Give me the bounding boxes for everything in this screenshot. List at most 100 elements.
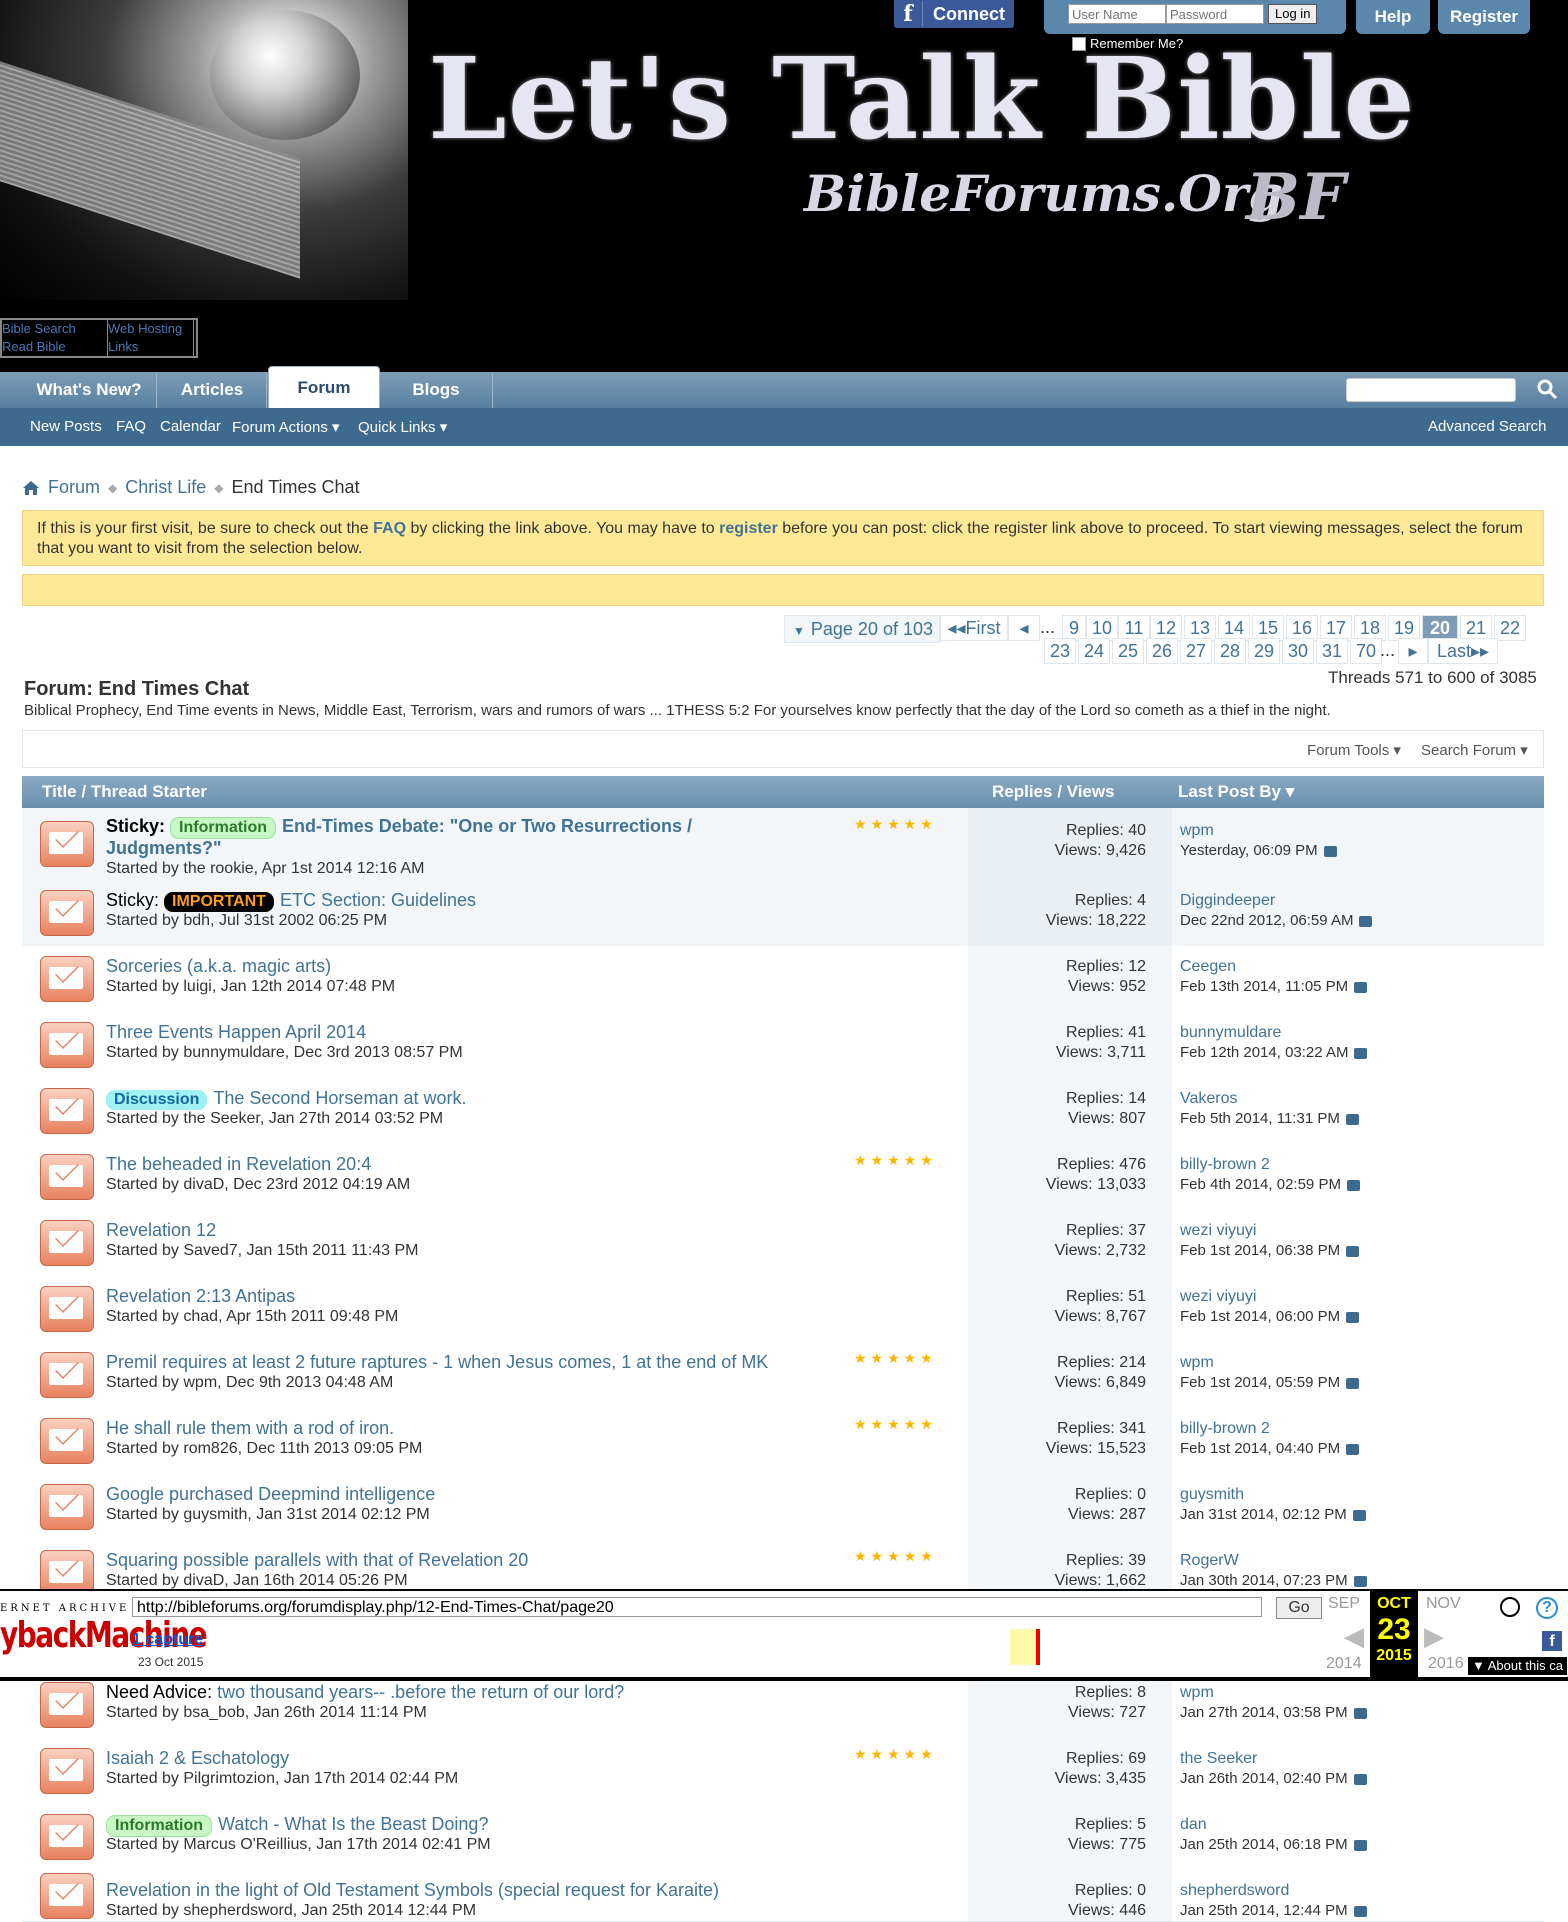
page-link-29[interactable]: 29 [1248, 638, 1280, 664]
new-posts-link[interactable]: New Posts [30, 418, 102, 435]
last-post-user[interactable]: billy-brown 2 [1180, 1420, 1270, 1438]
col-title[interactable]: Title / Thread Starter [42, 782, 207, 802]
last-post-user[interactable]: wpm [1180, 1684, 1214, 1702]
go-to-last-post-icon[interactable] [1346, 1245, 1360, 1257]
thread-title-link[interactable]: Three Events Happen April 2014 [106, 1022, 366, 1042]
calendar-link[interactable]: Calendar [160, 418, 221, 435]
page-link-22[interactable]: 22 [1494, 615, 1526, 641]
page-link-25[interactable]: 25 [1112, 638, 1144, 664]
wayback-about-button[interactable]: ▼ About this ca [1468, 1657, 1567, 1675]
last-post-user[interactable]: billy-brown 2 [1180, 1156, 1270, 1174]
go-to-last-post-icon[interactable] [1353, 1773, 1367, 1785]
wayback-help-icon[interactable]: ? [1536, 1597, 1558, 1619]
last-post-user[interactable]: Vakeros [1180, 1090, 1238, 1108]
thread-title-link[interactable]: Sorceries (a.k.a. magic arts) [106, 956, 331, 976]
wayback-next-year[interactable]: 2016 [1428, 1655, 1464, 1673]
thread-starter[interactable]: Started by Pilgrimtozion, Jan 17th 2014 … [106, 1770, 458, 1788]
wayback-prev-month[interactable]: SEP [1328, 1595, 1360, 1613]
go-to-last-post-icon[interactable] [1359, 915, 1373, 927]
thread-title-link[interactable]: Watch - What Is the Beast Doing? [218, 1814, 488, 1834]
thread-starter[interactable]: Started by bdh, Jul 31st 2002 06:25 PM [106, 912, 387, 930]
page-link-23[interactable]: 23 [1044, 638, 1076, 664]
first-page-link[interactable]: ◂◂First [940, 615, 1008, 641]
prev-page-link[interactable]: ◂ [1008, 615, 1040, 641]
col-replies[interactable]: Replies [992, 782, 1052, 801]
thread-title-link[interactable]: The Second Horseman at work. [213, 1088, 466, 1108]
wayback-next-month[interactable]: NOV [1426, 1595, 1461, 1613]
advanced-search-link[interactable]: Advanced Search [1428, 418, 1546, 435]
thread-starter[interactable]: Started by Marcus O'Reillius, Jan 17th 2… [106, 1836, 491, 1854]
faq-notice-link[interactable]: FAQ [373, 520, 406, 537]
thread-title-link[interactable]: Google purchased Deepmind intelligence [106, 1484, 435, 1504]
wayback-prev-year[interactable]: 2014 [1326, 1655, 1362, 1673]
last-post-user[interactable]: wpm [1180, 1354, 1214, 1372]
wayback-sparkline[interactable] [356, 1629, 1314, 1673]
last-post-user[interactable]: wezi viyuyi [1180, 1222, 1256, 1240]
last-post-user[interactable]: wpm [1180, 822, 1214, 840]
col-views[interactable]: Views [1067, 782, 1115, 801]
thread-title-link[interactable]: End-Times Debate: "One or Two Resurrecti… [282, 816, 692, 836]
home-icon[interactable] [22, 480, 40, 496]
thread-title-continued[interactable]: Judgments?" [106, 838, 222, 859]
page-link-24[interactable]: 24 [1078, 638, 1110, 664]
go-to-last-post-icon[interactable] [1346, 1311, 1360, 1323]
search-input[interactable] [1346, 378, 1516, 402]
page-link-70[interactable]: 70 [1350, 638, 1382, 664]
thread-title-link[interactable]: Revelation 12 [106, 1220, 216, 1240]
thread-starter[interactable]: Started by divaD, Jan 16th 2014 05:26 PM [106, 1572, 408, 1590]
go-to-last-post-icon[interactable] [1323, 845, 1337, 857]
read-bible-link[interactable]: Read Bible [2, 338, 108, 356]
forum-actions-menu[interactable]: Forum Actions ▾ [232, 418, 340, 436]
last-post-user[interactable]: wezi viyuyi [1180, 1288, 1256, 1306]
username-input[interactable] [1068, 4, 1166, 24]
page-link-30[interactable]: 30 [1282, 638, 1314, 664]
facebook-connect-button[interactable]: f Connect [894, 0, 1014, 28]
remember-me-checkbox[interactable] [1072, 36, 1086, 51]
thread-starter[interactable]: Started by chad, Apr 15th 2011 09:48 PM [106, 1308, 398, 1326]
go-to-last-post-icon[interactable] [1346, 1377, 1360, 1389]
thread-title-link[interactable]: Revelation in the light of Old Testament… [106, 1880, 719, 1900]
wayback-url-input[interactable]: http://bibleforums.org/forumdisplay.php/… [132, 1597, 1262, 1617]
go-to-last-post-icon[interactable] [1345, 1113, 1359, 1125]
wayback-go-button[interactable]: Go [1276, 1597, 1322, 1619]
help-button[interactable]: Help [1356, 0, 1430, 34]
forum-tools-menu[interactable]: Forum Tools ▾ [1307, 741, 1401, 759]
thread-title-link[interactable]: Squaring possible parallels with that of… [106, 1550, 528, 1570]
wayback-user-icon[interactable] [1500, 1597, 1520, 1617]
col-last-post[interactable]: Last Post By ▾ [1178, 782, 1294, 802]
breadcrumb-forum[interactable]: Forum [48, 477, 100, 498]
tab-forum[interactable]: Forum [268, 366, 380, 409]
thread-starter[interactable]: Started by shepherdsword, Jan 25th 2014 … [106, 1902, 476, 1920]
thread-starter[interactable]: Started by the rookie, Apr 1st 2014 12:1… [106, 860, 424, 878]
wayback-prev-arrow-icon[interactable]: ◀ [1344, 1621, 1364, 1652]
last-post-user[interactable]: dan [1180, 1816, 1207, 1834]
last-post-user[interactable]: shepherdsword [1180, 1882, 1289, 1900]
go-to-last-post-icon[interactable] [1353, 1575, 1367, 1587]
links-link[interactable]: Links [108, 338, 194, 356]
tab-blogs[interactable]: Blogs [380, 372, 493, 408]
go-to-last-post-icon[interactable] [1346, 1179, 1360, 1191]
tab-whats-new[interactable]: What's New? [22, 372, 157, 408]
last-page-link[interactable]: Last▸▸ [1428, 638, 1498, 664]
page-link-27[interactable]: 27 [1180, 638, 1212, 664]
page-jump-menu[interactable]: ▼ Page 20 of 103 [784, 615, 940, 643]
thread-starter[interactable]: Started by guysmith, Jan 31st 2014 02:12… [106, 1506, 430, 1524]
last-post-user[interactable]: the Seeker [1180, 1750, 1257, 1768]
password-input[interactable] [1166, 4, 1264, 24]
quick-links-menu[interactable]: Quick Links ▾ [358, 418, 447, 436]
page-link-31[interactable]: 31 [1316, 638, 1348, 664]
register-button[interactable]: Register [1438, 0, 1530, 34]
faq-link[interactable]: FAQ [116, 418, 146, 435]
page-link-28[interactable]: 28 [1214, 638, 1246, 664]
thread-title-link[interactable]: Revelation 2:13 Antipas [106, 1286, 295, 1306]
thread-starter[interactable]: Started by bsa_bob, Jan 26th 2014 11:14 … [106, 1704, 427, 1722]
last-post-user[interactable]: Ceegen [1180, 958, 1236, 976]
thread-starter[interactable]: Started by rom826, Dec 11th 2013 09:05 P… [106, 1440, 422, 1458]
search-forum-menu[interactable]: Search Forum ▾ [1421, 741, 1528, 759]
go-to-last-post-icon[interactable] [1354, 1047, 1368, 1059]
login-button[interactable]: Log in [1268, 4, 1318, 24]
thread-title-link[interactable]: The beheaded in Revelation 20:4 [106, 1154, 371, 1174]
go-to-last-post-icon[interactable] [1354, 981, 1368, 993]
thread-starter[interactable]: Started by bunnymuldare, Dec 3rd 2013 08… [106, 1044, 463, 1062]
thread-title-link[interactable]: He shall rule them with a rod of iron. [106, 1418, 394, 1438]
